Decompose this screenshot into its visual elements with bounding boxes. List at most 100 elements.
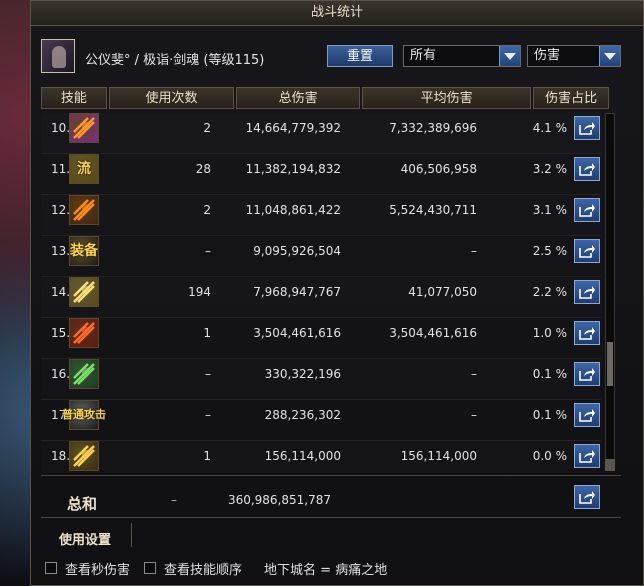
share-button[interactable] <box>574 157 600 181</box>
col-damage-share[interactable]: 伤害占比 <box>533 87 609 109</box>
view-skill-order-checkbox[interactable] <box>144 562 157 574</box>
table-header: 技能 使用次数 总伤害 平均伤害 伤害占比 <box>41 87 611 109</box>
share-icon <box>579 286 595 299</box>
total-damage: 11,382,194,832 <box>245 162 341 176</box>
summary-total: 360,986,851,787 <box>227 493 331 507</box>
share-icon <box>579 491 595 504</box>
share-button[interactable] <box>574 116 600 140</box>
scroll-down-arrow[interactable] <box>605 459 615 471</box>
chevron-down-icon[interactable] <box>599 46 620 66</box>
damage-share: 2.5 % <box>532 244 567 258</box>
table-row: 10. 2 14,664,779,392 7,332,389,696 4.1 % <box>41 113 601 154</box>
use-count: 2 <box>203 203 211 217</box>
use-count: – <box>205 244 211 258</box>
green-slash-icon <box>69 359 99 389</box>
share-button[interactable] <box>574 280 600 304</box>
cross-blade-icon <box>69 318 99 348</box>
character-header: 公仪斐° / 极诣·剑魂 (等级115) 重置 所有 伤害 <box>41 39 635 79</box>
equipment-icon: 装备 <box>69 236 99 266</box>
share-icon <box>579 450 595 463</box>
window-title: 战斗统计 <box>31 1 643 26</box>
divider <box>41 475 621 476</box>
use-count: 1 <box>203 449 211 463</box>
average-damage: 5,524,430,711 <box>389 203 477 217</box>
reset-button[interactable]: 重置 <box>327 45 393 67</box>
use-count: – <box>205 408 211 422</box>
damage-share: 0.0 % <box>532 449 567 463</box>
share-button[interactable] <box>574 403 600 427</box>
options-bar: 查看秒伤害 查看技能顺序 地下城名 = 病痛之地 <box>45 557 644 579</box>
damage-share: 3.2 % <box>532 162 567 176</box>
average-damage: – <box>471 367 477 381</box>
scrollbar-thumb[interactable] <box>607 342 613 386</box>
col-avg-damage[interactable]: 平均伤害 <box>361 87 532 109</box>
use-count: 2 <box>203 121 211 135</box>
share-button[interactable] <box>574 321 600 345</box>
spiral-icon <box>69 441 99 471</box>
scrollbar[interactable] <box>605 113 615 471</box>
total-damage: 330,322,196 <box>264 367 341 381</box>
summary-uses: – <box>171 493 177 507</box>
share-button[interactable] <box>574 362 600 386</box>
character-avatar <box>41 39 75 73</box>
metric-select[interactable]: 伤害 <box>527 45 621 67</box>
total-damage: 288,236,302 <box>264 408 341 422</box>
view-skill-order-label: 查看技能顺序 <box>164 562 243 578</box>
chevron-down-icon[interactable] <box>499 46 520 66</box>
dungeon-name: 地下城名 = 病痛之地 <box>264 562 388 578</box>
damage-share: 0.1 % <box>532 367 567 381</box>
total-damage: 9,095,926,504 <box>253 244 341 258</box>
table-row: 13. 装备 –9,095,926,504–2.5 % <box>41 236 601 277</box>
damage-share: 4.1 % <box>532 121 567 135</box>
damage-share: 0.1 % <box>532 408 567 422</box>
average-damage: 41,077,050 <box>408 285 477 299</box>
average-damage: – <box>471 408 477 422</box>
table-row: 15. 1 3,504,461,616 3,504,461,616 1.0 % <box>41 318 601 359</box>
use-count: 28 <box>195 162 211 176</box>
damage-share: 3.1 % <box>532 203 567 217</box>
col-total-damage[interactable]: 总伤害 <box>236 87 360 109</box>
col-skill[interactable]: 技能 <box>41 87 107 109</box>
flame-slash-icon <box>69 113 99 143</box>
share-button[interactable] <box>574 198 600 222</box>
table-row: 14. 194 7,968,947,767 41,077,050 2.2 % <box>41 277 601 318</box>
table-row: 11. 流 28 11,382,194,832 406,506,958 3.2 % <box>41 154 601 195</box>
share-icon <box>579 122 595 135</box>
share-icon <box>579 163 595 176</box>
table-row: 12. 2 11,048,861,422 5,524,430,711 3.1 % <box>41 195 601 236</box>
divider <box>131 523 132 547</box>
total-damage: 7,968,947,767 <box>253 285 341 299</box>
total-damage: 11,048,861,422 <box>245 203 341 217</box>
table-row: 17. 普通攻击 –288,236,302–0.1 % <box>41 400 601 441</box>
metric-select-value: 伤害 <box>534 48 561 63</box>
view-dps-label: 查看秒伤害 <box>65 562 131 578</box>
share-summary-button[interactable] <box>574 485 600 509</box>
settings-label[interactable]: 使用设置 <box>59 529 111 548</box>
total-damage: 3,504,461,616 <box>253 326 341 340</box>
use-count: – <box>205 367 211 381</box>
damage-share: 2.2 % <box>532 285 567 299</box>
damage-share: 1.0 % <box>532 326 567 340</box>
skill-table-body: 10. 2 14,664,779,392 7,332,389,696 4.1 % 11. 流… <box>41 113 601 473</box>
filter-select-value: 所有 <box>410 48 437 63</box>
share-button[interactable] <box>574 239 600 263</box>
summary-label: 总和 <box>67 495 98 513</box>
col-uses[interactable]: 使用次数 <box>108 87 235 109</box>
share-icon <box>579 245 595 258</box>
flow-sword-icon: 流 <box>69 154 99 184</box>
sword-strike-icon <box>69 277 99 307</box>
view-dps-checkbox[interactable] <box>45 562 57 574</box>
total-damage: 156,114,000 <box>264 449 341 463</box>
use-count: 194 <box>188 285 211 299</box>
average-damage: 3,504,461,616 <box>389 326 477 340</box>
average-damage: 156,114,000 <box>400 449 477 463</box>
table-row: 18. 1 156,114,000 156,114,000 0.0 % <box>41 441 601 473</box>
character-name: 公仪斐° / 极诣·剑魂 (等级115) <box>85 53 265 68</box>
share-button[interactable] <box>574 444 600 468</box>
average-damage: 7,332,389,696 <box>389 121 477 135</box>
burst-icon <box>69 195 99 225</box>
filter-select[interactable]: 所有 <box>403 45 521 67</box>
battle-stats-window: 战斗统计 公仪斐° / 极诣·剑魂 (等级115) 重置 所有 伤害 技能 使用… <box>30 0 644 586</box>
divider <box>41 517 621 518</box>
use-count: 1 <box>203 326 211 340</box>
